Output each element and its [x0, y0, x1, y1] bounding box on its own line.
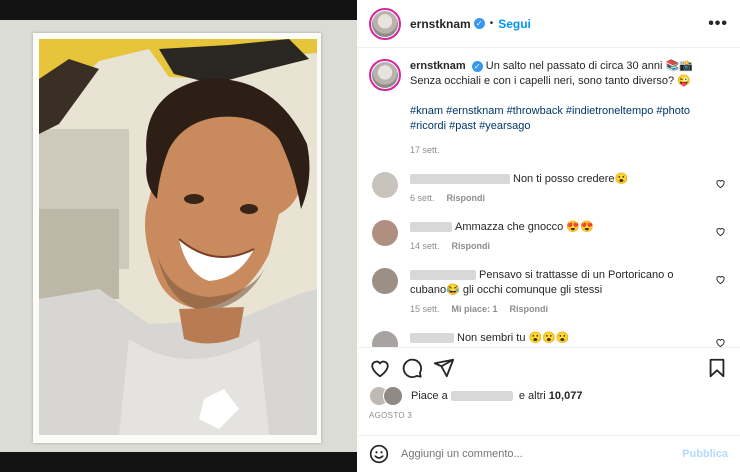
author-username[interactable]: ernstknam: [410, 17, 471, 31]
post-header: ernstknam ✓ • Segui •••: [357, 0, 740, 48]
like-heart-icon[interactable]: [369, 357, 391, 379]
post-photo[interactable]: [39, 39, 317, 435]
publish-button[interactable]: Pubblica: [682, 448, 728, 460]
commenter-username-blurred[interactable]: [410, 333, 454, 344]
commenter-avatar[interactable]: [372, 172, 398, 198]
add-comment-input[interactable]: [401, 448, 683, 460]
post-date[interactable]: AGOSTO 3: [369, 411, 412, 420]
portrait-illustration: [39, 39, 317, 435]
likes-summary[interactable]: Piace a e altri 10,077: [369, 386, 582, 406]
liker-username-blurred[interactable]: [450, 391, 513, 402]
like-comment-heart-icon[interactable]: [715, 337, 726, 347]
emoji-smiley-icon[interactable]: [369, 444, 389, 464]
likes-suffix: e altri: [518, 390, 546, 402]
commenter-username-blurred[interactable]: [410, 270, 476, 281]
caption-verified-badge-icon: ✓: [471, 60, 483, 72]
post-side-panel: ernstknam ✓ • Segui ••• ernstknam ✓ Un s…: [357, 0, 740, 472]
caption-timestamp[interactable]: 17 sett.: [410, 143, 728, 158]
likes-count[interactable]: 10,077: [549, 390, 583, 402]
instagram-post-window: ernstknam ✓ • Segui ••• ernstknam ✓ Un s…: [0, 0, 740, 472]
likes-prefix: Piace a: [411, 390, 448, 402]
comment-time[interactable]: 15 sett.: [410, 304, 440, 314]
caption-body: ernstknam ✓ Un salto nel passato di circ…: [410, 59, 728, 158]
add-comment-bar: Pubblica: [357, 435, 740, 472]
liker-avatar: [383, 386, 403, 406]
comment-text: Non sembri tu 😮😮😮: [457, 332, 570, 344]
caption-hashtags[interactable]: #knam #ernstknam #throwback #indietronel…: [410, 104, 728, 134]
comment-time[interactable]: 6 sett.: [410, 193, 435, 203]
caption-username[interactable]: ernstknam: [410, 60, 466, 72]
comment-likes[interactable]: Mi piace: 1: [452, 304, 498, 314]
commenter-avatar[interactable]: [372, 268, 398, 294]
like-comment-heart-icon[interactable]: [715, 226, 726, 237]
reply-button[interactable]: Rispondi: [452, 241, 491, 251]
comments-section[interactable]: ernstknam ✓ Un salto nel passato di circ…: [357, 49, 740, 347]
follow-button[interactable]: Segui: [498, 17, 531, 31]
post-caption: ernstknam ✓ Un salto nel passato di circ…: [369, 59, 728, 158]
like-comment-heart-icon[interactable]: [715, 178, 726, 189]
like-comment-heart-icon[interactable]: [715, 274, 726, 285]
comment-text: Non ti posso credere😮: [513, 173, 629, 185]
comment-item: Non ti posso credere😮 6 sett. Rispondi: [369, 172, 728, 206]
comment-item: Ammazza che gnocco 😍😍 14 sett. Rispondi: [369, 220, 728, 254]
comment-time[interactable]: 14 sett.: [410, 241, 440, 251]
caption-text-line2: Senza occhiali e con i capelli neri, son…: [410, 75, 691, 87]
comment-item: Non sembri tu 😮😮😮: [369, 331, 728, 347]
verified-badge-icon: ✓: [473, 18, 485, 29]
commenter-avatar[interactable]: [372, 331, 398, 347]
commenter-username-blurred[interactable]: [410, 222, 452, 233]
save-bookmark-icon[interactable]: [706, 357, 728, 379]
header-separator: •: [489, 18, 494, 29]
commenter-avatar[interactable]: [372, 220, 398, 246]
polaroid-print: [33, 33, 321, 443]
post-action-bar: [357, 347, 740, 387]
share-send-icon[interactable]: [433, 357, 455, 379]
post-photo-pane: [0, 0, 357, 472]
more-options-icon[interactable]: •••: [708, 15, 728, 33]
caption-author-avatar[interactable]: [369, 59, 401, 91]
comment-bubble-icon[interactable]: [401, 357, 423, 379]
likes-text[interactable]: Piace a e altri 10,077: [411, 390, 582, 402]
comment-text: Ammazza che gnocco 😍😍: [455, 221, 594, 233]
caption-text-line1: Un salto nel passato di circa 30 anni 📚📸: [485, 60, 693, 72]
comment-item: Pensavo si trattasse di un Portoricano o…: [369, 268, 728, 317]
author-avatar[interactable]: [369, 7, 401, 40]
commenter-username-blurred[interactable]: [410, 174, 510, 185]
reply-button[interactable]: Rispondi: [447, 193, 486, 203]
reply-button[interactable]: Rispondi: [510, 304, 549, 314]
